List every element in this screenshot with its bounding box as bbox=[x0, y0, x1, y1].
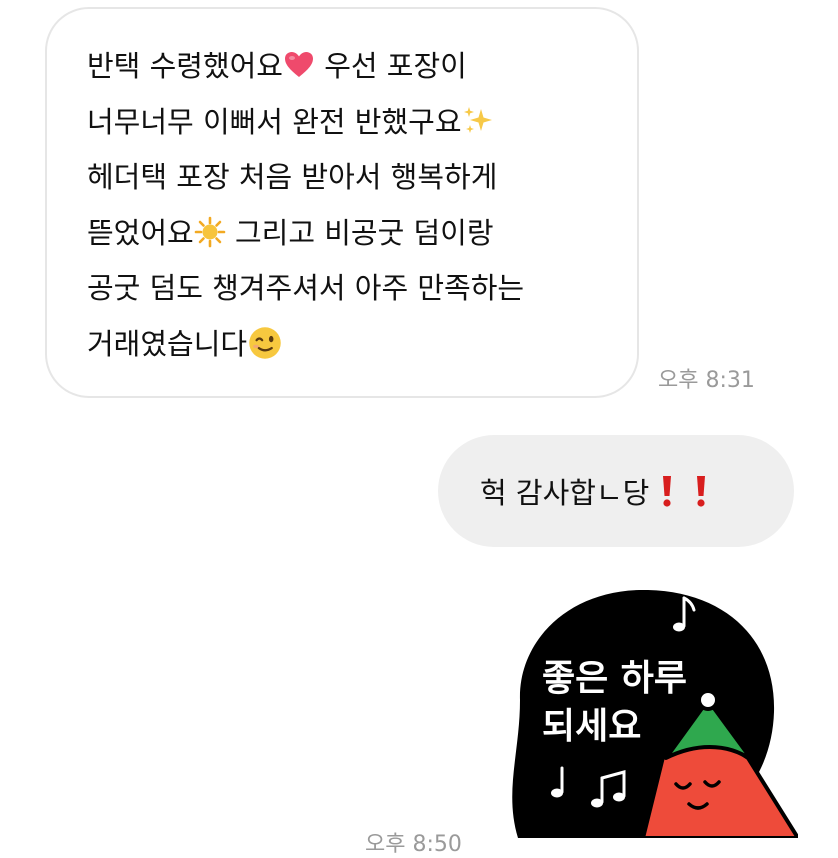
sparkles-icon bbox=[463, 106, 492, 133]
message-line: 반택 수령했어요 우선 포장이 bbox=[87, 39, 607, 95]
double-exclamation-icon bbox=[649, 474, 709, 508]
message-line: 거래였습니다 bbox=[87, 317, 607, 373]
message-text: 그리고 비공굿 덤이랑 bbox=[225, 215, 494, 250]
sticker-text-line2: 되세요 bbox=[542, 706, 641, 747]
sun-icon bbox=[194, 216, 226, 247]
heart-icon bbox=[284, 52, 313, 77]
message-line: 너무너무 이뻐서 완전 반했구요 bbox=[87, 95, 607, 151]
incoming-message-bubble[interactable]: 반택 수령했어요 우선 포장이 너무너무 이뻐서 완전 반했구요 헤더택 포장 … bbox=[45, 7, 639, 398]
outgoing-message-bubble[interactable]: 헉 감사합ㄴ당 bbox=[438, 435, 794, 547]
message-line: 헤더택 포장 처음 받아서 행복하게 bbox=[87, 150, 607, 206]
message-text: 거래였습니다 bbox=[87, 326, 248, 361]
message-timestamp: 오후 8:31 bbox=[658, 368, 755, 393]
message-text: 반택 수령했어요 bbox=[87, 49, 283, 83]
message-line: 공굿 덤도 챙겨주셔서 아주 만족하는 bbox=[87, 261, 607, 317]
message-text: 뜯었어요 bbox=[87, 215, 194, 250]
message-text: 너무너무 이뻐서 완전 반했구요 bbox=[87, 104, 462, 139]
sticker-have-a-nice-day[interactable]: 좋은 하루 되세요 bbox=[498, 582, 798, 838]
message-text: 우선 포장이 bbox=[314, 49, 467, 83]
wink-icon bbox=[249, 326, 281, 359]
sticker-timestamp: 오후 8:50 bbox=[365, 832, 462, 857]
message-text: 헉 감사합ㄴ당 bbox=[480, 476, 650, 510]
message-text: 헤더택 포장 처음 받아서 행복하게 bbox=[87, 160, 498, 194]
message-line: 뜯었어요 그리고 비공굿 덤이랑 bbox=[87, 206, 607, 262]
message-text: 공굿 덤도 챙겨주셔서 아주 만족하는 bbox=[87, 271, 525, 305]
sticker-text-line1: 좋은 하루 bbox=[542, 658, 687, 699]
